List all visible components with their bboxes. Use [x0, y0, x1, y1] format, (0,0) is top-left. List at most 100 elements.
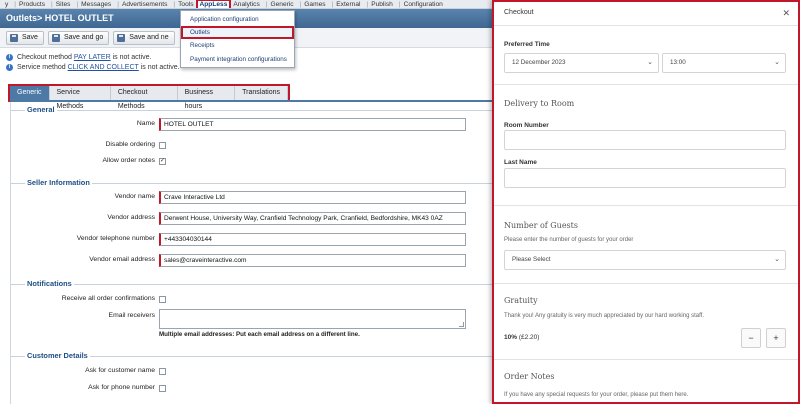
vendor-name-field[interactable]: Crave Interactive Ltd: [159, 191, 466, 204]
info-text: is not active.: [138, 63, 180, 71]
guests-select[interactable]: Please Select ⌄: [504, 250, 786, 270]
panel-divider: [494, 283, 798, 284]
save-and-go-button[interactable]: Save and go: [47, 30, 110, 45]
menu-item-configuration[interactable]: Configuration: [396, 0, 446, 8]
close-icon[interactable]: ✕: [782, 8, 790, 19]
info-icon: i: [6, 63, 13, 71]
receive-confirmations-label: Receive all order confirmations: [61, 295, 155, 302]
panel-divider: [494, 84, 798, 85]
room-number-label: Room Number: [504, 122, 549, 129]
panel-divider: [494, 205, 798, 206]
ask-customer-name-label: Ask for customer name: [85, 367, 155, 374]
number-of-guests-text: Please enter the number of guests for yo…: [504, 237, 634, 243]
click-and-collect-link[interactable]: CLICK AND COLLECT: [68, 64, 139, 71]
checkout-panel: Checkout ✕ Preferred Time 12 December 20…: [492, 0, 800, 404]
dropdown-item-receipts[interactable]: Receipts: [181, 39, 294, 52]
menu-item-generic[interactable]: Generic: [263, 0, 297, 8]
section-customer-heading: Customer Details: [25, 351, 90, 361]
info-text: is not active.: [110, 53, 152, 61]
section-customer-details: Customer Details: [11, 351, 493, 361]
vendor-address-field[interactable]: Derwent House, University Way, Cranfield…: [159, 212, 466, 225]
section-general-heading: General: [25, 105, 57, 115]
vendor-email-label: Vendor email address: [89, 256, 155, 263]
menu-item-advertisements[interactable]: Advertisements: [114, 0, 170, 8]
menu-item-products[interactable]: Products: [11, 0, 48, 8]
allow-order-notes-label: Allow order notes: [102, 157, 155, 164]
time-value: 13:00: [670, 59, 686, 66]
appless-dropdown-menu: Application configuration Outlets Receip…: [180, 10, 295, 68]
gratuity-minus-button[interactable]: −: [741, 328, 761, 348]
name-field[interactable]: HOTEL OUTLET: [159, 118, 466, 131]
vendor-name-label: Vendor name: [114, 193, 155, 200]
pay-later-link[interactable]: PAY LATER: [74, 54, 111, 61]
info-text: Checkout method: [17, 53, 74, 61]
tab-business-hours[interactable]: Business hours: [178, 86, 236, 110]
date-select[interactable]: 12 December 2023 ⌄: [504, 53, 659, 73]
vendor-email-field[interactable]: sales@craveinteractive.com: [159, 254, 466, 267]
save-and-new-button[interactable]: Save and ne: [113, 30, 175, 45]
section-seller-heading: Seller Information: [25, 178, 92, 188]
email-receivers-textarea[interactable]: [159, 309, 466, 329]
floppy-disk-icon: [10, 33, 18, 42]
disable-ordering-checkbox[interactable]: [159, 142, 166, 149]
date-value: 12 December 2023: [512, 59, 566, 66]
gratuity-plus-button[interactable]: +: [766, 328, 786, 348]
disable-ordering-label: Disable ordering: [105, 141, 156, 148]
last-name-label: Last Name: [504, 159, 537, 166]
section-general: General: [11, 105, 493, 115]
panel-divider: [494, 359, 798, 360]
section-divider: [11, 284, 493, 285]
tab-bar: Generic Service Methods Checkout Methods…: [8, 84, 290, 110]
vendor-address-label: Vendor address: [107, 214, 155, 221]
room-number-input[interactable]: [504, 130, 786, 150]
gratuity-text: Thank you! Any gratuity is very much app…: [504, 313, 704, 319]
dropdown-item-application-configuration[interactable]: Application configuration: [181, 13, 294, 26]
tab-generic[interactable]: Generic: [10, 86, 50, 100]
last-name-input[interactable]: [504, 168, 786, 188]
floppy-disk-icon: [117, 33, 126, 42]
outlet-form: General Name HOTEL OUTLET Disable orderi…: [10, 102, 493, 404]
ask-customer-name-checkbox[interactable]: [159, 368, 166, 375]
section-notifications: Notifications: [11, 279, 493, 289]
section-notifications-heading: Notifications: [25, 279, 74, 289]
top-menu-bar: y Products Sites Messages Advertisements…: [0, 0, 492, 9]
email-receivers-note: Multiple email addresses: Put each email…: [159, 331, 360, 338]
vendor-telephone-field[interactable]: +443304030144: [159, 233, 466, 246]
chevron-down-icon: ⌄: [774, 256, 780, 263]
dropdown-item-payment-integration[interactable]: Payment integration configurations: [181, 53, 294, 66]
section-seller-information: Seller Information: [11, 178, 493, 188]
save-and-new-button-label: Save and ne: [129, 34, 169, 41]
order-notes-heading: Order Notes: [504, 372, 555, 381]
tab-translations[interactable]: Translations: [235, 86, 288, 100]
tab-checkout-methods[interactable]: Checkout Methods: [111, 86, 178, 110]
info-text: Service method: [17, 63, 68, 71]
chevron-down-icon: ⌄: [647, 59, 653, 66]
number-of-guests-heading: Number of Guests: [504, 221, 578, 230]
menu-item-partial[interactable]: y: [2, 0, 11, 8]
preferred-time-label: Preferred Time: [504, 41, 550, 48]
section-divider: [11, 110, 493, 111]
save-button[interactable]: Save: [6, 30, 44, 45]
save-and-go-button-label: Save and go: [63, 34, 104, 41]
save-button-label: Save: [22, 34, 38, 41]
menu-item-tools[interactable]: Tools: [170, 0, 196, 8]
menu-item-publish[interactable]: Publish: [363, 0, 395, 8]
name-label: Name: [136, 120, 155, 127]
menu-item-messages[interactable]: Messages: [73, 0, 114, 8]
chevron-down-icon: ⌄: [774, 59, 780, 66]
menu-item-sites[interactable]: Sites: [48, 0, 73, 8]
menu-item-appless[interactable]: AppLess: [195, 0, 232, 8]
resize-grip-icon[interactable]: [459, 322, 464, 327]
time-select[interactable]: 13:00 ⌄: [662, 53, 786, 73]
menu-item-external[interactable]: External: [329, 0, 364, 8]
ask-phone-number-checkbox[interactable]: [159, 385, 166, 392]
tab-service-methods[interactable]: Service Methods: [50, 86, 111, 110]
dropdown-item-outlets[interactable]: Outlets: [181, 26, 294, 39]
allow-order-notes-checkbox[interactable]: ✓: [159, 158, 166, 165]
floppy-disk-icon: [51, 33, 60, 42]
menu-item-analytics[interactable]: Analytics: [230, 0, 262, 8]
panel-divider: [494, 25, 798, 26]
order-notes-text: If you have any special requests for you…: [504, 392, 689, 398]
menu-item-games[interactable]: Games: [297, 0, 329, 8]
receive-confirmations-checkbox[interactable]: [159, 296, 166, 303]
